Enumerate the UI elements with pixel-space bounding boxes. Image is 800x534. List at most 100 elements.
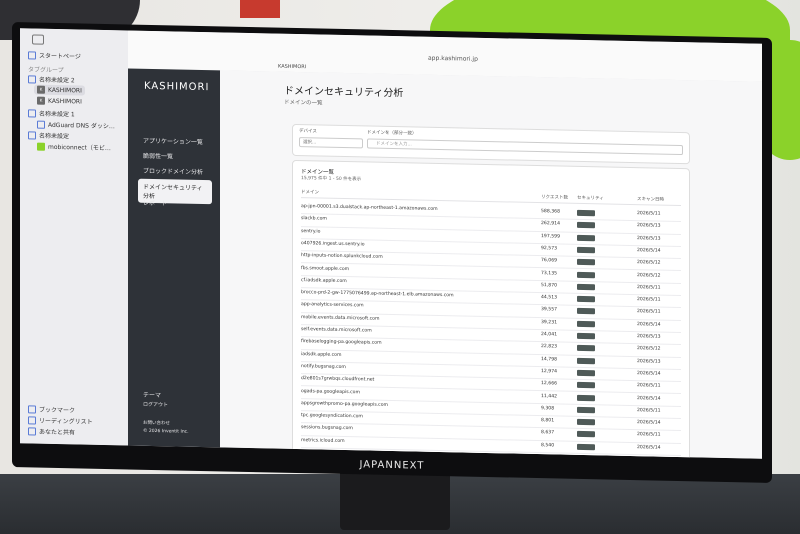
security-badge xyxy=(577,209,595,217)
kashimori-icon: K xyxy=(37,85,45,94)
scan-date-cell: 2026/5/11 xyxy=(637,211,661,217)
col-scan-date[interactable]: スキャン日時 xyxy=(637,196,664,203)
tab-kashimori[interactable]: KASHIMORI xyxy=(278,64,306,71)
scan-date-cell: 2026/5/14 xyxy=(637,420,661,426)
copyright: © 2026 Inventit Inc. xyxy=(143,428,189,435)
page-title: ドメインセキュリティ分析 xyxy=(284,85,404,100)
domain-cell: mobile.events.data.microsoft.com xyxy=(301,314,380,322)
tab-group-icon xyxy=(28,108,36,118)
domain-cell: browser-intake-datadoghq.com xyxy=(301,450,373,457)
scan-date-cell: 2026/5/11 xyxy=(637,432,661,439)
adguard-icon xyxy=(37,120,45,129)
scan-date-cell: 2026/5/12 xyxy=(637,272,661,279)
red-sign xyxy=(240,0,280,18)
logout-link[interactable]: ログアウト xyxy=(138,398,212,413)
scan-date-cell: 2026/5/13 xyxy=(637,235,661,242)
security-badge xyxy=(577,332,595,340)
domain-cell: fbs.smoot.apple.com xyxy=(301,265,350,272)
scan-date-cell: 2026/5/11 xyxy=(637,309,661,316)
security-badge xyxy=(577,259,595,266)
security-badge xyxy=(577,406,595,414)
glasses-icon xyxy=(28,415,36,425)
bookmark-icon xyxy=(28,404,36,414)
security-badge xyxy=(577,295,595,303)
security-badge xyxy=(577,320,595,327)
shared-with-you-item[interactable]: あなたと共有 xyxy=(28,426,75,436)
domain-cell: app-analytics-services.com xyxy=(301,302,364,309)
reading-list-item[interactable]: リーディングリスト xyxy=(28,415,93,426)
col-domain[interactable]: ドメイン xyxy=(301,189,319,195)
request-count-cell: 24,041 xyxy=(541,332,558,338)
col-security[interactable]: セキュリティ xyxy=(577,195,604,202)
filter-panel: デバイス 選択... ドメインを（部分一致） ドメインを入力... xyxy=(292,123,690,165)
nav-blocked-domains[interactable]: ブロックドメイン分析 xyxy=(138,163,212,180)
scan-date-cell: 2026/5/14 xyxy=(637,371,661,377)
scan-date-cell: 2026/5/14 xyxy=(637,395,661,402)
security-badge xyxy=(577,234,595,241)
request-count-cell: 8,540 xyxy=(541,442,555,449)
sidebar-toggle-icon[interactable] xyxy=(32,34,44,45)
photo-scene: スタートページ タブグループ 名称未設定 2 K KASHIMORI K KASHI… xyxy=(0,0,800,534)
security-badge xyxy=(577,308,595,315)
bookmarks-item[interactable]: ブックマーク xyxy=(28,404,75,414)
start-page-item[interactable]: スタートページ xyxy=(28,50,81,60)
domain-cell: tpc.googlesyndication.com xyxy=(301,413,363,420)
tab-group-icon xyxy=(28,74,36,84)
request-count-cell: 7,881 xyxy=(541,455,555,459)
security-badge xyxy=(577,394,595,401)
domain-search-input[interactable]: ドメインを入力... xyxy=(367,138,683,156)
security-badge xyxy=(577,369,595,377)
nav-report[interactable]: レポート xyxy=(138,195,212,212)
monitor-stand xyxy=(340,470,450,530)
group-item[interactable]: 名称未設定 1 xyxy=(28,108,75,118)
security-badge xyxy=(577,345,595,352)
monitor: スタートページ タブグループ 名称未設定 2 K KASHIMORI K KASHI… xyxy=(12,22,772,483)
request-count-cell: 92,573 xyxy=(541,246,558,252)
domain-cell: appsgrowthpromo-pa.googleapis.com xyxy=(301,400,388,408)
request-count-cell: 11,442 xyxy=(541,393,558,399)
scan-date-cell: 2026/5/11 xyxy=(637,457,661,459)
security-badge xyxy=(577,418,595,426)
nav-applications[interactable]: アプリケーション一覧 xyxy=(138,133,212,150)
group-item[interactable]: 名称未設定 2 xyxy=(28,74,75,84)
request-count-cell: 262,914 xyxy=(541,221,560,227)
tab-item[interactable]: K KASHIMORI xyxy=(37,96,82,106)
domain-cell: o407926.ingest.us.sentry.io xyxy=(301,240,365,248)
security-badge xyxy=(577,271,595,278)
page-subtitle: ドメインの一覧 xyxy=(284,99,323,107)
security-badge xyxy=(577,283,595,291)
device-label: デバイス xyxy=(299,129,317,135)
result-count: 15,975 件中 1 - 50 件を表示 xyxy=(301,176,362,183)
tab-group-icon xyxy=(28,130,36,140)
scan-date-cell: 2026/5/11 xyxy=(637,297,661,303)
app-sidebar: KASHIMORI アプリケーション一覧 脆弱性一覧 ブロックドメイン分析 ドメ… xyxy=(128,68,220,448)
scan-date-cell: 2026/5/13 xyxy=(637,334,661,340)
domain-cell: d2e801s7grwbqs.cloudfront.net xyxy=(301,376,375,383)
scan-date-cell: 2026/5/14 xyxy=(637,321,661,328)
request-count-cell: 39,231 xyxy=(541,319,558,326)
scan-date-cell: 2026/5/14 xyxy=(637,444,661,451)
request-count-cell: 73,135 xyxy=(541,270,558,276)
kashimori-icon: K xyxy=(37,96,45,105)
tab-item[interactable]: mobiconnect（モビ… xyxy=(37,142,111,152)
scan-date-cell: 2026/5/14 xyxy=(637,248,661,254)
scan-date-cell: 2026/5/11 xyxy=(637,284,661,291)
scan-date-cell: 2026/5/13 xyxy=(637,358,661,365)
device-select[interactable]: 選択... xyxy=(299,137,363,149)
domain-cell: ogads-pa.googleapis.com xyxy=(301,388,360,395)
col-requests[interactable]: リクエスト数 xyxy=(541,194,568,201)
tab-item[interactable]: K KASHIMORI xyxy=(34,84,85,96)
domain-cell: firebaselogging-pa.googleapis.com xyxy=(301,339,382,347)
domain-cell: sentry.io xyxy=(301,228,321,235)
tab-item[interactable]: AdGuard DNS ダッシ… xyxy=(37,120,115,130)
request-count-cell: 9,308 xyxy=(541,405,555,412)
scan-date-cell: 2026/5/12 xyxy=(637,346,661,352)
nav-vulnerabilities[interactable]: 脆弱性一覧 xyxy=(138,148,212,165)
mobiconnect-icon xyxy=(37,142,45,151)
domain-cell: self.events.data.microsoft.com xyxy=(301,327,372,334)
address-bar[interactable]: app.kashimori.jp xyxy=(428,55,478,63)
security-badge xyxy=(577,222,595,229)
tab-group-header: タブグループ xyxy=(28,66,64,75)
group-item[interactable]: 名称未設定 xyxy=(28,130,69,140)
request-count-cell: 8,637 xyxy=(541,430,555,436)
